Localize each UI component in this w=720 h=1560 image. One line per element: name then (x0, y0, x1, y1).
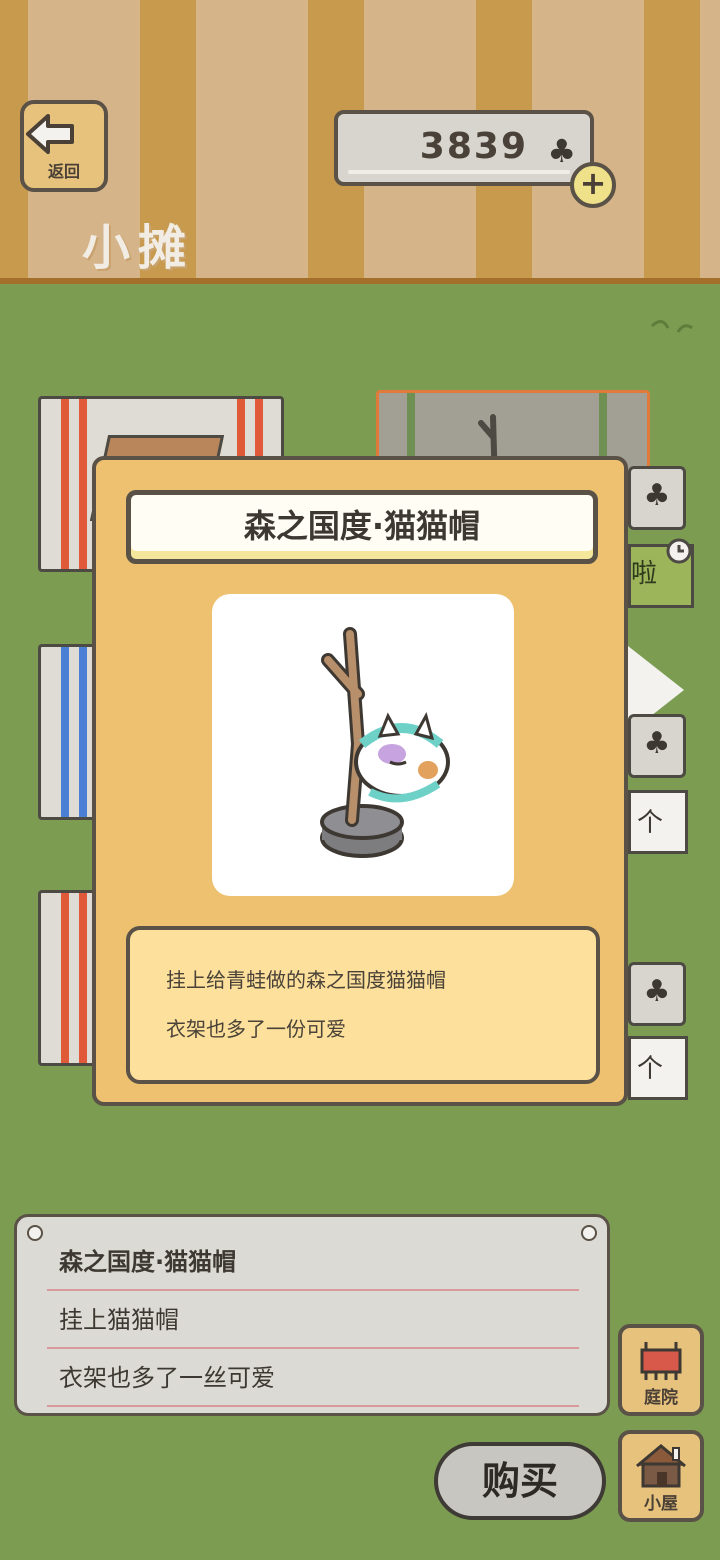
stock-count-tag: 个 (628, 790, 688, 854)
yard-label: 庭院 (644, 1388, 678, 1408)
house-icon (636, 1444, 686, 1488)
price-tag-clover-icon: ♣ (628, 962, 686, 1026)
page-title: 小摊 (82, 220, 195, 276)
buy-button[interactable]: 购买 (434, 1442, 606, 1520)
house-label: 小屋 (644, 1494, 678, 1514)
info-item-name: 森之国度·猫猫帽 (47, 1235, 579, 1291)
item-description: 挂上给青蛙做的森之国度猫猫帽 衣架也多了一份可爱 (126, 926, 600, 1084)
back-arrow-icon (26, 114, 74, 154)
price-tag-clover-icon: ♣ (628, 466, 686, 530)
yard-button[interactable]: 庭院 (618, 1324, 704, 1416)
back-button[interactable]: 返回 (20, 100, 108, 192)
clock-icon (666, 538, 692, 564)
price-tag-clover-icon: ♣ (628, 714, 686, 778)
pin-icon (27, 1225, 43, 1241)
description-line: 挂上给青蛙做的森之国度猫猫帽 (166, 968, 446, 992)
grass-doodle-icon (650, 320, 693, 333)
stock-count-text: 个 (637, 808, 664, 838)
yard-icon (640, 1342, 682, 1380)
modal-item-title: 森之国度·猫猫帽 (126, 490, 598, 564)
coat-rack-cat-hat-icon (320, 627, 450, 858)
currency-amount: 3839 (419, 126, 528, 167)
info-line: 衣架也多了一丝可爱 (47, 1351, 579, 1407)
pin-icon (581, 1225, 597, 1241)
stock-count-tag: 个 (628, 1036, 688, 1100)
clover-icon: ♣ (547, 132, 576, 170)
back-label: 返回 (47, 162, 80, 181)
currency-display: 3839 ♣ (334, 110, 594, 186)
currency-highlight (348, 170, 570, 174)
house-button[interactable]: 小屋 (618, 1430, 704, 1522)
info-line: 挂上猫猫帽 (47, 1293, 579, 1349)
item-image (212, 594, 514, 896)
stock-count-text: 个 (637, 1054, 664, 1084)
item-detail-modal[interactable]: 森之国度·猫猫帽 挂上给青蛙做的森之国度猫猫帽 衣架也多了一份可爱 (92, 456, 628, 1106)
add-currency-button[interactable]: + (570, 162, 616, 208)
item-info-panel: 森之国度·猫猫帽 挂上猫猫帽 衣架也多了一丝可爱 (14, 1214, 610, 1416)
sold-tag-text: 啦 (631, 559, 658, 589)
description-line: 衣架也多了一份可爱 (166, 1017, 346, 1041)
